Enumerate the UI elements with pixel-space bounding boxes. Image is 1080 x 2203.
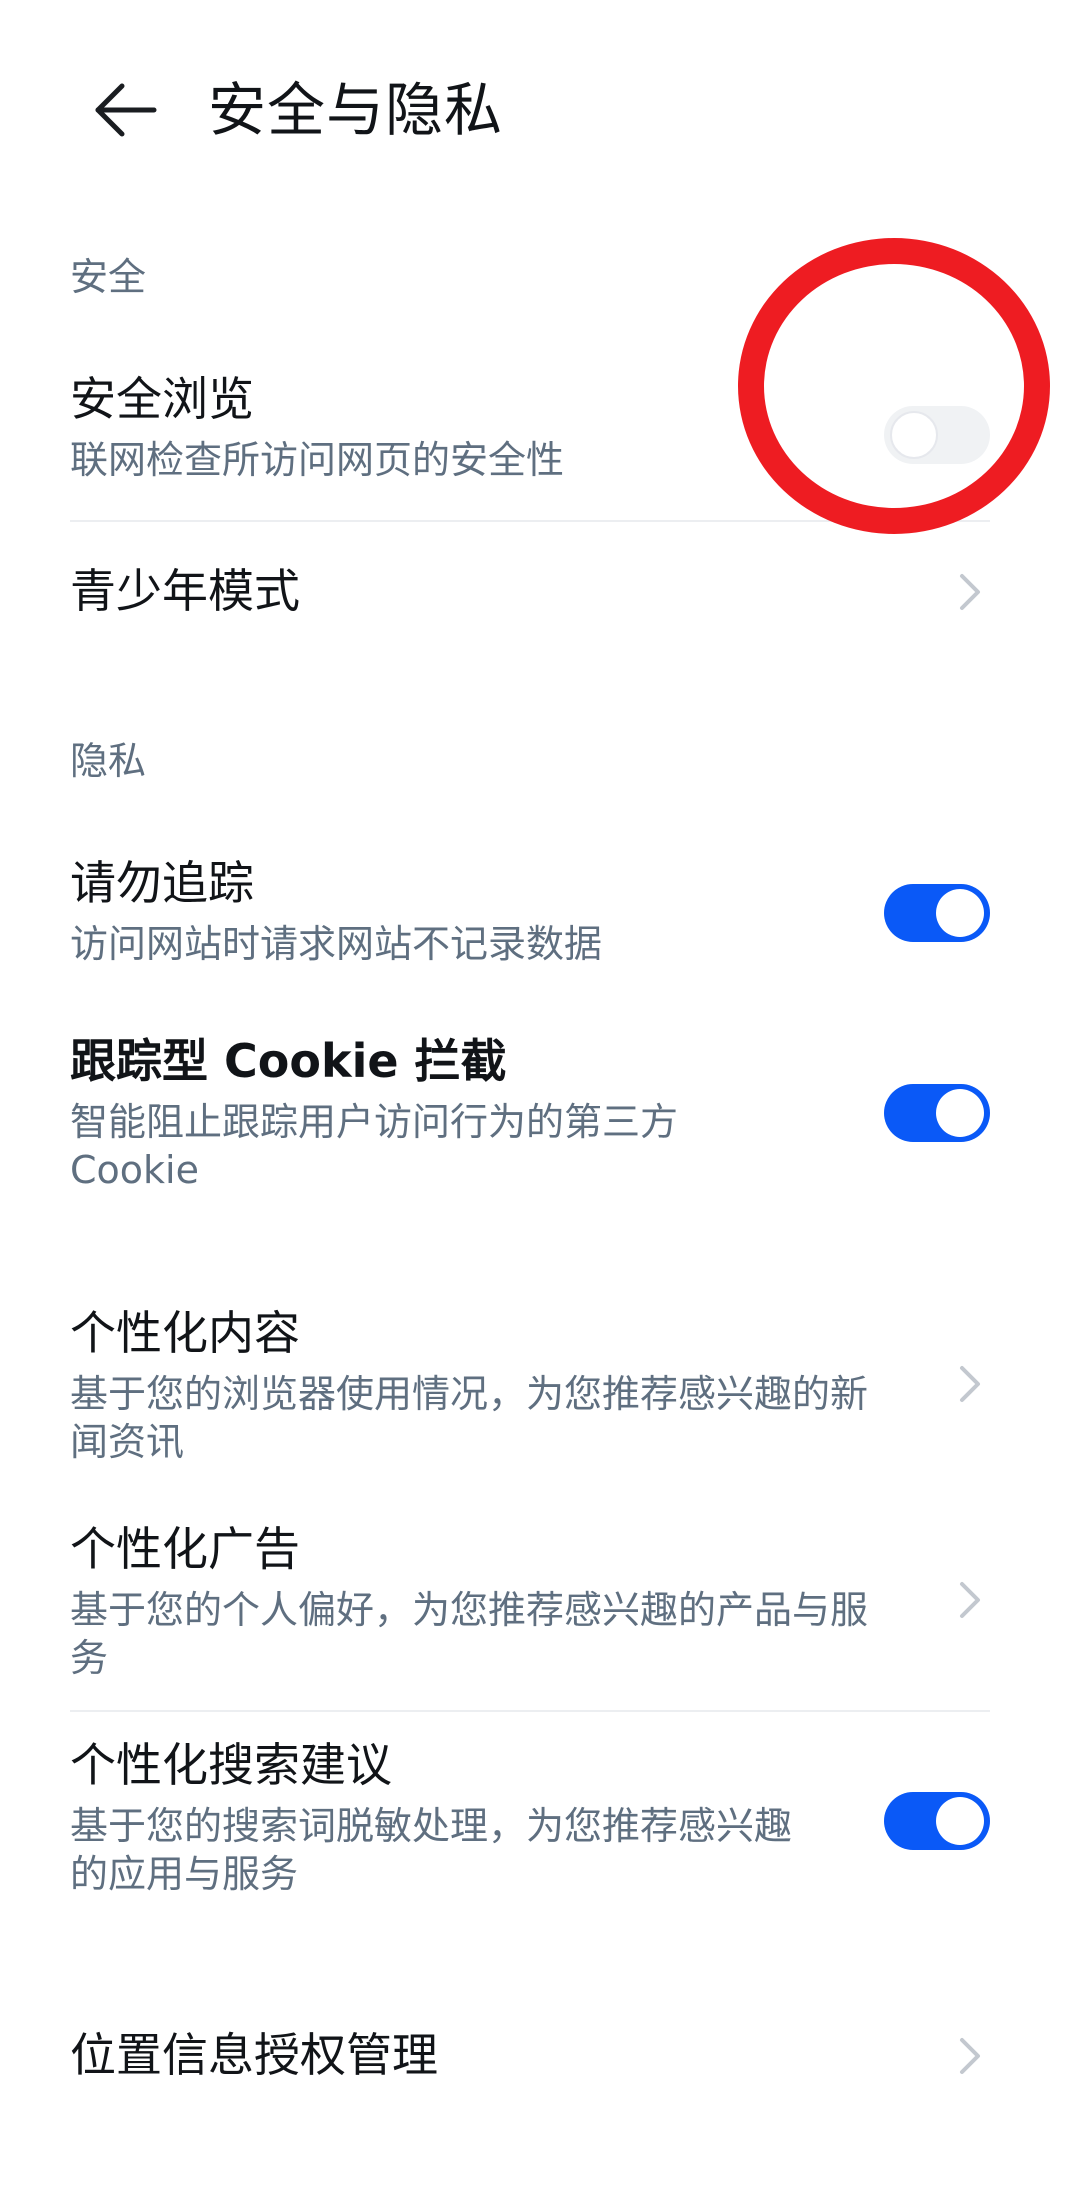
safe-browsing-toggle[interactable] bbox=[884, 406, 990, 464]
divider bbox=[70, 520, 990, 522]
do-not-track-title: 请勿追踪 bbox=[70, 856, 254, 910]
toggle-knob bbox=[890, 411, 938, 459]
chevron-right-icon bbox=[950, 1354, 990, 1414]
back-button[interactable] bbox=[84, 62, 180, 158]
safe-browsing-subtitle: 联网检查所访问网页的安全性 bbox=[70, 438, 565, 482]
tracking-cookie-subtitle: 智能阻止跟踪用户访问行为的第三方 bbox=[70, 1100, 679, 1144]
do-not-track-toggle[interactable] bbox=[884, 884, 990, 942]
chevron-right-icon bbox=[950, 2026, 990, 2086]
personalized-ads-subtitle-line2: 务 bbox=[70, 1636, 109, 1680]
chevron-right-icon bbox=[950, 562, 990, 622]
tracking-cookie-title: 跟踪型 Cookie 拦截 bbox=[70, 1034, 507, 1088]
tracking-cookie-toggle[interactable] bbox=[884, 1084, 990, 1142]
safe-browsing-title: 安全浏览 bbox=[70, 372, 254, 426]
toggle-knob bbox=[936, 889, 984, 937]
toggle-knob bbox=[936, 1089, 984, 1137]
location-auth-title: 位置信息授权管理 bbox=[70, 2028, 438, 2082]
do-not-track-row[interactable]: 请勿追踪 访问网站时请求网站不记录数据 bbox=[70, 852, 990, 982]
personalized-ads-row[interactable]: 个性化广告 基于您的个人偏好，为您推荐感兴趣的产品与服 务 bbox=[70, 1518, 990, 1688]
teen-mode-title: 青少年模式 bbox=[70, 564, 300, 618]
chevron-right-icon bbox=[950, 1570, 990, 1630]
personalized-ads-title: 个性化广告 bbox=[70, 1522, 300, 1576]
arrow-left-icon bbox=[95, 83, 157, 137]
section-header-privacy: 隐私 bbox=[70, 739, 147, 783]
tracking-cookie-subtitle-line2: Cookie bbox=[70, 1148, 199, 1192]
page-title: 安全与隐私 bbox=[208, 76, 504, 144]
toggle-knob bbox=[936, 1797, 984, 1845]
divider bbox=[70, 1710, 990, 1712]
personalized-search-row[interactable]: 个性化搜索建议 基于您的搜索词脱敏处理，为您推荐感兴趣 的应用与服务 bbox=[70, 1734, 990, 1904]
safe-browsing-row[interactable]: 安全浏览 联网检查所访问网页的安全性 bbox=[70, 368, 990, 498]
location-auth-row[interactable]: 位置信息授权管理 bbox=[70, 2024, 990, 2094]
section-header-security: 安全 bbox=[70, 255, 147, 299]
personalized-search-subtitle-line2: 的应用与服务 bbox=[70, 1852, 299, 1896]
teen-mode-row[interactable]: 青少年模式 bbox=[70, 560, 990, 630]
header: 安全与隐私 bbox=[0, 0, 1080, 220]
personalized-search-subtitle: 基于您的搜索词脱敏处理，为您推荐感兴趣 bbox=[70, 1804, 793, 1848]
personalized-content-title: 个性化内容 bbox=[70, 1306, 300, 1360]
personalized-content-subtitle-line2: 闻资讯 bbox=[70, 1420, 185, 1464]
personalized-content-subtitle: 基于您的浏览器使用情况，为您推荐感兴趣的新 bbox=[70, 1372, 869, 1416]
do-not-track-subtitle: 访问网站时请求网站不记录数据 bbox=[70, 922, 603, 966]
settings-page: 安全与隐私 安全 安全浏览 联网检查所访问网页的安全性 青少年模式 隐私 请勿追… bbox=[0, 0, 1080, 2203]
personalized-search-toggle[interactable] bbox=[884, 1792, 990, 1850]
tracking-cookie-row[interactable]: 跟踪型 Cookie 拦截 智能阻止跟踪用户访问行为的第三方 Cookie bbox=[70, 1030, 990, 1200]
personalized-ads-subtitle: 基于您的个人偏好，为您推荐感兴趣的产品与服 bbox=[70, 1588, 869, 1632]
personalized-content-row[interactable]: 个性化内容 基于您的浏览器使用情况，为您推荐感兴趣的新 闻资讯 bbox=[70, 1302, 990, 1472]
personalized-search-title: 个性化搜索建议 bbox=[70, 1738, 392, 1792]
